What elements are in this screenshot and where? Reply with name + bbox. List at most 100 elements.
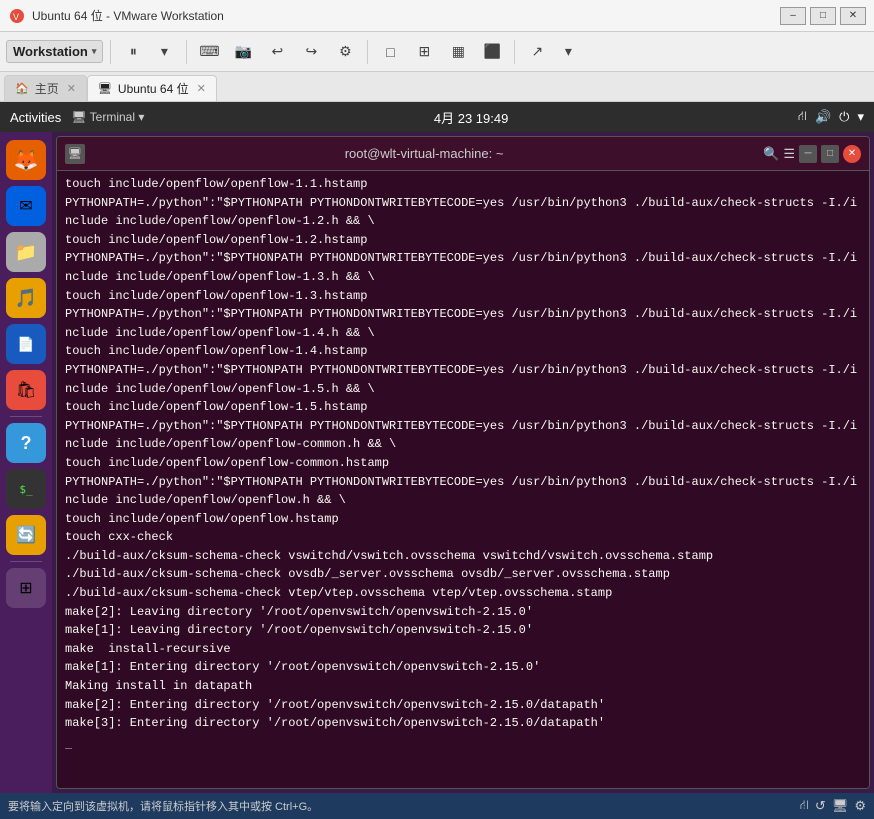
- terminal-line: PYTHONPATH=./python":"$PYTHONPATH PYTHON…: [65, 417, 861, 454]
- settings-button[interactable]: ⚙: [330, 38, 360, 66]
- launcher-rhythmbox[interactable]: 🎵: [6, 278, 46, 318]
- terminal-line: touch include/openflow/openflow-common.h…: [65, 454, 861, 473]
- window-title: Ubuntu 64 位 - VMware Workstation: [32, 7, 780, 24]
- toolbar-group-unity: ↗ ▾: [522, 38, 583, 66]
- pause-button[interactable]: ⏸: [118, 38, 148, 66]
- tab-ubuntu-label: Ubuntu 64 位: [118, 80, 189, 97]
- terminal-line: make[2]: Leaving directory '/root/openvs…: [65, 603, 861, 622]
- terminal-line: make install-recursive: [65, 640, 861, 659]
- terminal-line: ./build-aux/cksum-schema-check vswitchd/…: [65, 547, 861, 566]
- terminal-line: ./build-aux/cksum-schema-check vtep/vtep…: [65, 584, 861, 603]
- terminal-title: root@wlt-virtual-machine: ~: [91, 146, 757, 161]
- launcher-help[interactable]: ?: [6, 423, 46, 463]
- terminal-titlebar: 🖥 root@wlt-virtual-machine: ~ 🔍 ☰ ─ □ ✕: [57, 137, 869, 171]
- launcher-updates[interactable]: 🔄: [6, 515, 46, 555]
- tab-ubuntu[interactable]: 🖥 Ubuntu 64 位 ✕: [87, 75, 217, 101]
- terminal-menu-button[interactable]: ☰: [783, 146, 795, 162]
- activities-button[interactable]: Activities: [10, 110, 61, 125]
- restore-button[interactable]: □: [810, 7, 836, 25]
- status-bar-right: ⛙ ↺ 🖥 ⚙: [800, 797, 866, 815]
- terminal-line: PYTHONPATH=./python":"$PYTHONPATH PYTHON…: [65, 305, 861, 342]
- launcher-grid[interactable]: ⊞: [6, 568, 46, 608]
- toolbar-separator-4: [514, 40, 515, 64]
- terminal-line: touch include/openflow/openflow-1.5.hsta…: [65, 398, 861, 417]
- tab-home-close[interactable]: ✕: [67, 82, 76, 95]
- vm-main: 🦊 ✉ 📁 🎵 📄 🛍 ? $_ 🔄 ⊞ 🖥 root@wlt-virtual-…: [0, 132, 874, 793]
- terminal-menu[interactable]: 🖥 Terminal ▾: [71, 110, 144, 124]
- svg-text:V: V: [13, 12, 19, 22]
- split-view-button[interactable]: ⊞: [409, 38, 439, 66]
- gnome-topbar: Activities 🖥 Terminal ▾ 4月 23 19:49 ⛙ 🔊 …: [0, 102, 874, 132]
- tabs-bar: 🏠 主页 ✕ 🖥 Ubuntu 64 位 ✕: [0, 72, 874, 102]
- status-refresh-icon[interactable]: ↺: [815, 798, 826, 814]
- terminal-window-icon: 🖥: [65, 144, 85, 164]
- snapshot-button[interactable]: 📷: [228, 38, 258, 66]
- launcher-software[interactable]: 🛍: [6, 370, 46, 410]
- terminal-line: PYTHONPATH=./python":"$PYTHONPATH PYTHON…: [65, 194, 861, 231]
- launcher-thunderbird[interactable]: ✉: [6, 186, 46, 226]
- title-bar: V Ubuntu 64 位 - VMware Workstation – □ ✕: [0, 0, 874, 32]
- launcher-firefox[interactable]: 🦊: [6, 140, 46, 180]
- status-settings-icon[interactable]: ⚙: [854, 798, 866, 814]
- terminal-close-button[interactable]: ✕: [843, 145, 861, 163]
- power-icon[interactable]: ⏻: [839, 109, 849, 125]
- launcher-files[interactable]: 📁: [6, 232, 46, 272]
- console-button[interactable]: ⬛: [477, 38, 507, 66]
- terminal-line: make[2]: Entering directory '/root/openv…: [65, 696, 861, 715]
- window-controls: – □ ✕: [780, 7, 866, 25]
- forward-button[interactable]: ↪: [296, 38, 326, 66]
- terminal-line: PYTHONPATH=./python":"$PYTHONPATH PYTHON…: [65, 473, 861, 510]
- status-network-icon[interactable]: ⛙: [800, 797, 809, 815]
- tab-ubuntu-close[interactable]: ✕: [197, 82, 206, 95]
- terminal-line: touch include/openflow/openflow-1.4.hsta…: [65, 342, 861, 361]
- terminal-restore-button[interactable]: □: [821, 145, 839, 163]
- toolbar-separator-1: [110, 40, 111, 64]
- home-tab-icon: 🏠: [15, 82, 29, 95]
- minimize-button[interactable]: –: [780, 7, 806, 25]
- tile-button[interactable]: ▦: [443, 38, 473, 66]
- workstation-menu-button[interactable]: Workstation ▾: [6, 40, 103, 63]
- network-icon[interactable]: ⛙: [798, 108, 807, 126]
- unity-button[interactable]: ↗: [522, 38, 552, 66]
- launcher-terminal[interactable]: $_: [6, 469, 46, 509]
- tab-home-label: 主页: [35, 80, 59, 97]
- status-text: 要将输入定向到该虚拟机，请将鼠标指针移入其中或按 Ctrl+G。: [8, 798, 318, 814]
- main-toolbar: Workstation ▾ ⏸ ▾ ⌨ 📷 ↩ ↪ ⚙ □ ⊞ ▦ ⬛ ↗ ▾: [0, 32, 874, 72]
- terminal-line: touch cxx-check: [65, 528, 861, 547]
- toolbar-separator-3: [367, 40, 368, 64]
- terminal-line: make[1]: Leaving directory '/root/openvs…: [65, 621, 861, 640]
- terminal-line: make[3]: Entering directory '/root/openv…: [65, 714, 861, 733]
- workstation-label: Workstation: [13, 44, 88, 59]
- tab-home[interactable]: 🏠 主页 ✕: [4, 75, 87, 101]
- system-clock: 4月 23 19:49: [144, 108, 797, 127]
- system-menu-icon[interactable]: ▾: [857, 109, 864, 125]
- toolbar-group-power: ⏸ ▾: [118, 38, 179, 66]
- app-icon: V: [8, 7, 26, 25]
- terminal-line: PYTHONPATH=./python":"$PYTHONPATH PYTHON…: [65, 249, 861, 286]
- launcher-separator: [10, 416, 42, 417]
- terminal-line: touch include/openflow/openflow.hstamp: [65, 510, 861, 529]
- terminal-line: make[1]: Entering directory '/root/openv…: [65, 658, 861, 677]
- terminal-line: PYTHONPATH=./python":"$PYTHONPATH PYTHON…: [65, 361, 861, 398]
- gnome-status-area: ⛙ 🔊 ⏻ ▾: [798, 108, 864, 126]
- dropdown-button-2[interactable]: ▾: [553, 38, 583, 66]
- terminal-content[interactable]: touch include/openflow/openflow-1.1.hsta…: [57, 171, 869, 788]
- status-display-icon[interactable]: 🖥: [832, 798, 849, 814]
- terminal-line: Making install in datapath: [65, 677, 861, 696]
- terminal-search-button[interactable]: 🔍: [763, 146, 779, 162]
- close-button[interactable]: ✕: [840, 7, 866, 25]
- launcher-libreoffice[interactable]: 📄: [6, 324, 46, 364]
- dropdown-button-1[interactable]: ▾: [149, 38, 179, 66]
- terminal-minimize-button[interactable]: ─: [799, 145, 817, 163]
- volume-icon[interactable]: 🔊: [815, 109, 831, 125]
- terminal-line: touch include/openflow/openflow-1.1.hsta…: [65, 175, 861, 194]
- desktop-area: 🖥 root@wlt-virtual-machine: ~ 🔍 ☰ ─ □ ✕ …: [52, 132, 874, 793]
- terminal-controls: 🔍 ☰ ─ □ ✕: [763, 145, 861, 163]
- back-button[interactable]: ↩: [262, 38, 292, 66]
- toolbar-separator-2: [186, 40, 187, 64]
- send-ctrl-alt-button[interactable]: ⌨: [194, 38, 224, 66]
- fullscreen-button[interactable]: □: [375, 38, 405, 66]
- vm-area: Activities 🖥 Terminal ▾ 4月 23 19:49 ⛙ 🔊 …: [0, 102, 874, 819]
- terminal-line: ./build-aux/cksum-schema-check ovsdb/_se…: [65, 565, 861, 584]
- terminal-line: touch include/openflow/openflow-1.3.hsta…: [65, 287, 861, 306]
